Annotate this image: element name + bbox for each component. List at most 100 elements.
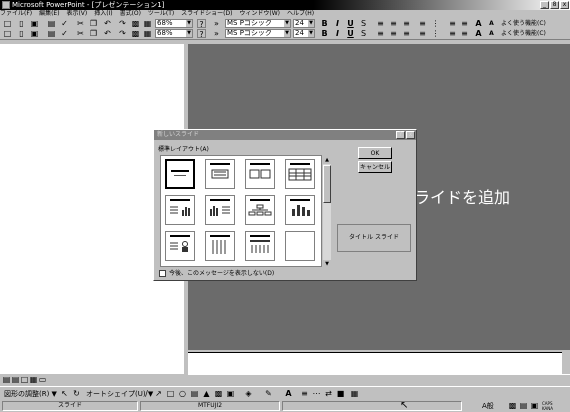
- common-tasks-button[interactable]: よく使う機能(C): [501, 29, 546, 38]
- bold-button[interactable]: B: [320, 19, 329, 28]
- minimize-button[interactable]: _: [540, 1, 549, 9]
- arrow-style-icon[interactable]: ⇄: [324, 389, 333, 398]
- layout-text-and-chart[interactable]: [165, 195, 195, 225]
- cancel-button[interactable]: キャンセル: [358, 161, 392, 173]
- font-size-select[interactable]: 24 ▼: [293, 29, 315, 38]
- decrease-spacing-icon[interactable]: ≡: [460, 19, 469, 28]
- font-color-icon[interactable]: A: [284, 389, 293, 398]
- zoom-select[interactable]: 68% ▼: [155, 29, 193, 38]
- align-center-icon[interactable]: ≡: [389, 29, 398, 38]
- undo-icon[interactable]: ↶: [103, 19, 112, 28]
- layout-chart-and-text[interactable]: [205, 195, 235, 225]
- textbox-icon[interactable]: ▤: [190, 389, 199, 398]
- italic-button[interactable]: I: [333, 29, 342, 38]
- italic-button[interactable]: I: [333, 19, 342, 28]
- shrink-font-button[interactable]: A: [487, 29, 496, 38]
- free-rotate-icon[interactable]: ↻: [72, 389, 81, 398]
- undo-icon[interactable]: ↶: [103, 29, 112, 38]
- decrease-spacing-icon[interactable]: ≡: [460, 29, 469, 38]
- picture-icon[interactable]: ▣: [226, 389, 235, 398]
- more-buttons-icon[interactable]: »: [212, 29, 221, 38]
- open-icon[interactable]: ▯: [17, 29, 26, 38]
- copy-icon[interactable]: ❐: [89, 29, 98, 38]
- ime-dict-icon[interactable]: ▣: [530, 401, 539, 410]
- open-icon[interactable]: ▯: [17, 19, 26, 28]
- menu-tools[interactable]: ツール(T): [148, 10, 174, 17]
- dialog-close-button[interactable]: x: [406, 131, 415, 139]
- underline-button[interactable]: U: [346, 19, 355, 28]
- layout-scrollbar[interactable]: ▲ ▼: [323, 156, 331, 268]
- ime-mode[interactable]: A般: [482, 401, 494, 411]
- layout-blank[interactable]: [285, 231, 315, 261]
- dialog-help-button[interactable]: ?: [396, 131, 405, 139]
- powerpoint-app-icon[interactable]: [2, 1, 10, 9]
- layout-text-and-clipart[interactable]: [165, 231, 195, 261]
- zoom-select[interactable]: 68% ▼: [155, 19, 193, 28]
- numbering-icon[interactable]: ≡: [418, 19, 427, 28]
- maximize-button[interactable]: 8: [550, 1, 559, 9]
- clipart-icon[interactable]: ▩: [214, 389, 223, 398]
- shadow-button[interactable]: S: [359, 29, 368, 38]
- ime-tool-icon[interactable]: ▩: [508, 401, 517, 410]
- redo-icon[interactable]: ↷: [118, 19, 127, 28]
- print-icon[interactable]: ▤: [47, 19, 56, 28]
- arrow-icon[interactable]: ↗: [154, 389, 163, 398]
- table-icon[interactable]: ▦: [143, 19, 152, 28]
- font-size-select[interactable]: 24 ▼: [293, 19, 315, 28]
- align-right-icon[interactable]: ≡: [402, 29, 411, 38]
- chart-icon[interactable]: ▩: [131, 19, 140, 28]
- align-left-icon[interactable]: ≡: [376, 19, 385, 28]
- ok-button[interactable]: OK: [358, 147, 392, 159]
- grow-font-button[interactable]: A: [474, 19, 483, 28]
- layout-title-and-chart[interactable]: [245, 231, 275, 261]
- align-right-icon[interactable]: ≡: [402, 19, 411, 28]
- scroll-thumb[interactable]: [323, 165, 331, 203]
- cut-icon[interactable]: ✂: [76, 19, 85, 28]
- font-select[interactable]: MS Pゴシック ▼: [225, 29, 291, 38]
- outline-view-icon[interactable]: ▤: [11, 375, 20, 384]
- slideshow-view-icon[interactable]: ▭: [38, 375, 47, 384]
- save-icon[interactable]: ▣: [30, 19, 39, 28]
- more-buttons-icon[interactable]: »: [212, 19, 221, 28]
- menu-file[interactable]: ファイル(F): [0, 10, 32, 17]
- chart-icon[interactable]: ▩: [131, 29, 140, 38]
- dash-style-icon[interactable]: ⋯: [312, 389, 321, 398]
- close-button[interactable]: x: [560, 1, 569, 9]
- menu-slideshow[interactable]: スライドショー(D): [181, 10, 232, 17]
- grow-font-button[interactable]: A: [474, 29, 483, 38]
- line-style-icon[interactable]: ≡: [300, 389, 309, 398]
- layout-org-chart[interactable]: [245, 195, 275, 225]
- scroll-down-icon[interactable]: ▼: [323, 260, 331, 268]
- dont-show-checkbox[interactable]: [159, 270, 166, 277]
- scroll-up-icon[interactable]: ▲: [323, 156, 331, 164]
- print-icon[interactable]: ▤: [47, 29, 56, 38]
- shadow-button[interactable]: S: [359, 19, 368, 28]
- line-color-icon[interactable]: ✎: [264, 389, 273, 398]
- layout-bulleted-list[interactable]: [205, 159, 235, 189]
- notes-pane[interactable]: [188, 352, 570, 375]
- layout-chart[interactable]: [285, 195, 315, 225]
- line-spacing-icon[interactable]: ≡: [448, 29, 457, 38]
- oval-icon[interactable]: ○: [178, 389, 187, 398]
- save-icon[interactable]: ▣: [30, 29, 39, 38]
- menu-edit[interactable]: 編集(E): [39, 10, 59, 17]
- notes-scrollbar[interactable]: [562, 352, 570, 374]
- normal-view-icon[interactable]: ▤: [2, 375, 11, 384]
- layout-two-column[interactable]: [245, 159, 275, 189]
- new-icon[interactable]: □: [3, 29, 12, 38]
- layout-title-slide[interactable]: [165, 159, 195, 189]
- table-icon[interactable]: ▦: [143, 29, 152, 38]
- fill-color-icon[interactable]: ◈: [244, 389, 253, 398]
- shadow-icon[interactable]: ■: [336, 389, 345, 398]
- line-spacing-icon[interactable]: ≡: [448, 19, 457, 28]
- font-select[interactable]: MS Pゴシック ▼: [225, 19, 291, 28]
- bullets-icon[interactable]: ⋮: [431, 19, 440, 28]
- bullets-icon[interactable]: ⋮: [431, 29, 440, 38]
- menu-help[interactable]: ヘルプ(H): [287, 10, 314, 17]
- shrink-font-button[interactable]: A: [487, 19, 496, 28]
- line-icon[interactable]: ∕: [142, 389, 151, 398]
- ime-pad-icon[interactable]: ▤: [519, 401, 528, 410]
- help-button[interactable]: ?: [197, 29, 206, 39]
- underline-button[interactable]: U: [346, 29, 355, 38]
- help-button[interactable]: ?: [197, 19, 206, 29]
